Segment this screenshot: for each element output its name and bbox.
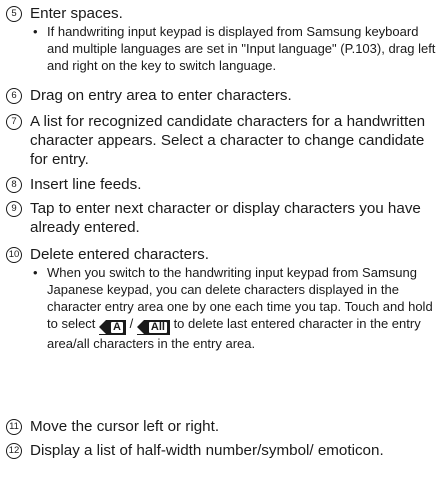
item-number-9: 9 xyxy=(6,201,22,217)
item-note-text-10: When you switch to the handwriting input… xyxy=(47,264,441,352)
item-note-10: • When you switch to the handwriting inp… xyxy=(30,264,441,352)
item-number-7: 7 xyxy=(6,114,22,130)
list-item-9: 9 Tap to enter next character or display… xyxy=(6,199,441,237)
list-item-12: 12 Display a list of half-width number/s… xyxy=(6,441,441,460)
list-item-8: 8 Insert line feeds. xyxy=(6,175,441,194)
list-item-7: 7 A list for recognized candidate charac… xyxy=(6,112,441,169)
bullet-icon: • xyxy=(33,24,38,39)
item-text-12: Display a list of half-width number/symb… xyxy=(30,442,384,459)
key-separator: / xyxy=(129,316,134,331)
item-text-10: Delete entered characters. xyxy=(30,246,209,263)
item-text-9: Tap to enter next character or display c… xyxy=(30,200,421,236)
item-number-6: 6 xyxy=(6,88,22,104)
item-text-7: A list for recognized candidate characte… xyxy=(30,113,426,168)
item-number-5: 5 xyxy=(6,6,22,22)
list-item-11: 11 Move the cursor left or right. xyxy=(6,417,441,436)
list-item-6: 6 Drag on entry area to enter characters… xyxy=(6,86,441,105)
delete-all-key-icon: All xyxy=(136,320,170,335)
item-number-11: 11 xyxy=(6,419,22,435)
item-number-12: 12 xyxy=(6,443,22,459)
item-note-5: • If handwriting input keypad is display… xyxy=(30,23,441,74)
list-item-10: 10 Delete entered characters. • When you… xyxy=(6,245,441,352)
item-note-text-5: If handwriting input keypad is displayed… xyxy=(47,24,436,73)
item-number-8: 8 xyxy=(6,177,22,193)
bullet-icon: • xyxy=(33,265,38,280)
item-number-10: 10 xyxy=(6,247,22,263)
list-item-5: 5 Enter spaces. • If handwriting input k… xyxy=(6,4,441,74)
item-text-6: Drag on entry area to enter characters. xyxy=(30,87,292,104)
item-text-5: Enter spaces. xyxy=(30,5,123,22)
item-text-8: Insert line feeds. xyxy=(30,176,142,193)
item-text-11: Move the cursor left or right. xyxy=(30,418,220,435)
delete-one-key-icon: A xyxy=(99,320,126,335)
manual-page: 5 Enter spaces. • If handwriting input k… xyxy=(0,0,445,480)
